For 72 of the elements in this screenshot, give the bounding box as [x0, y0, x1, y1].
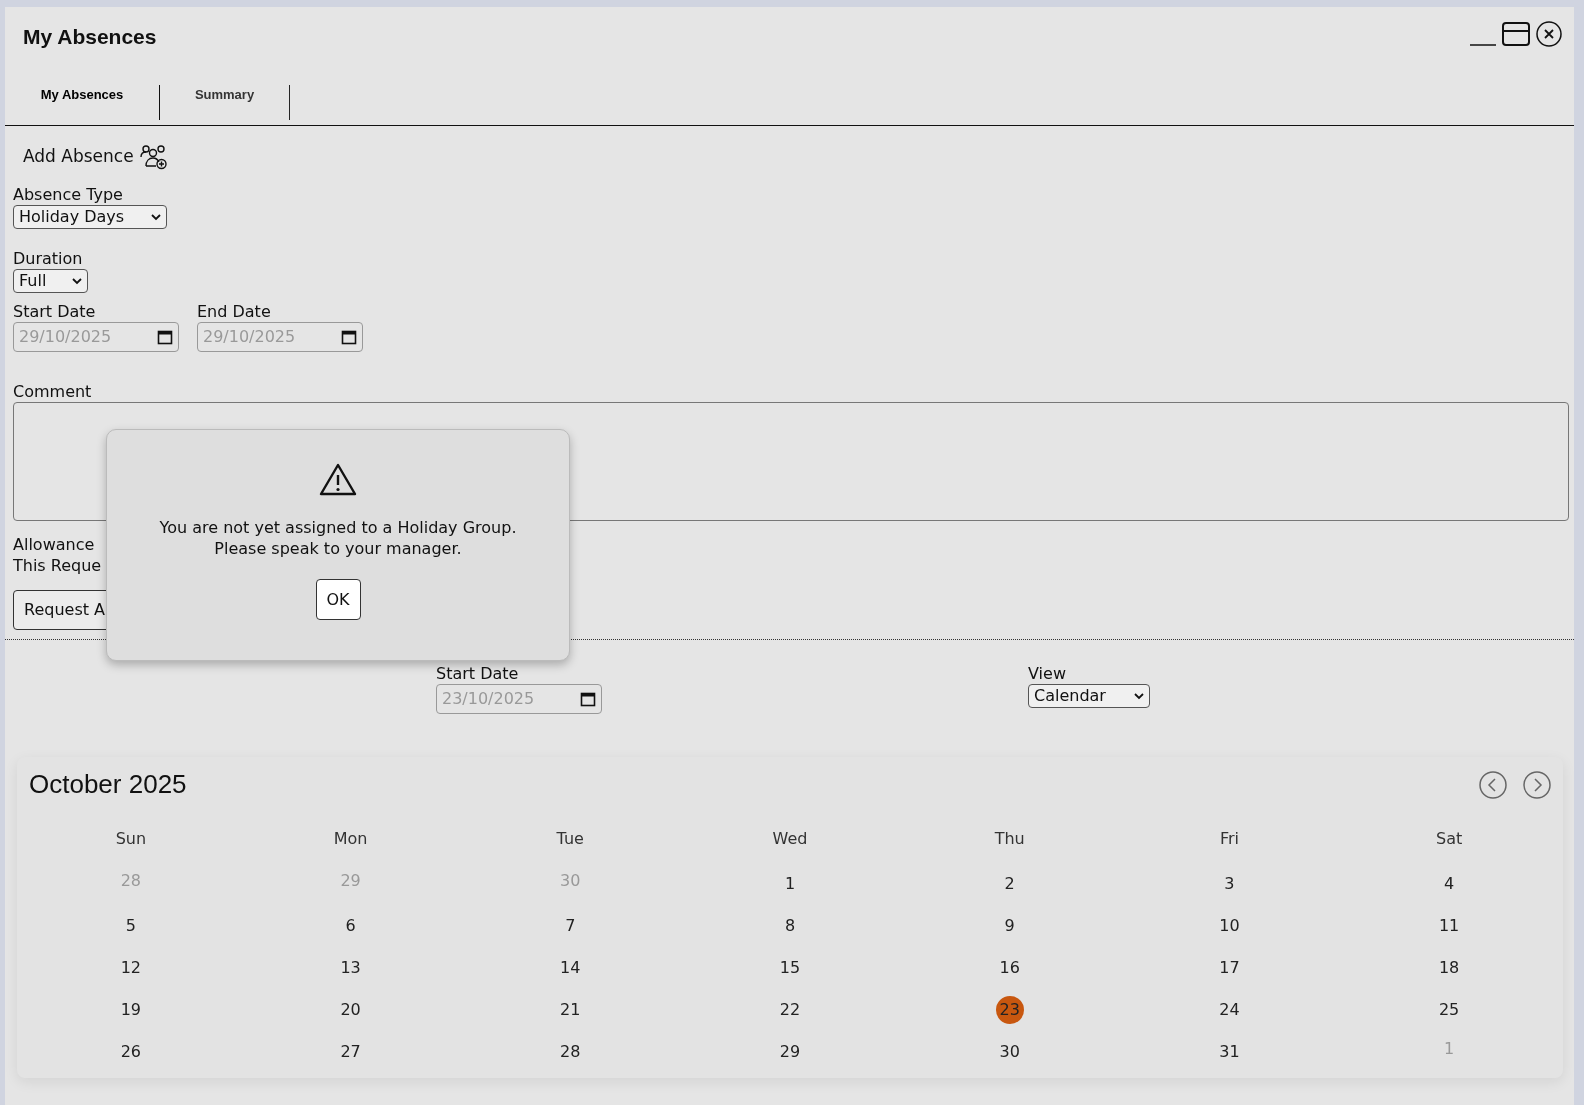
calendar-day[interactable]: 14 [556, 954, 585, 982]
calendar-day[interactable]: 17 [1215, 954, 1244, 982]
calendar-day[interactable]: 31 [1215, 1038, 1244, 1066]
calendar-icon[interactable] [157, 329, 173, 345]
chevron-icon [1134, 692, 1144, 700]
calendar-day[interactable]: 1 [776, 870, 804, 898]
allowance-text: This Reque [13, 555, 102, 576]
calendar-day[interactable]: 16 [995, 954, 1024, 982]
calendar-day[interactable]: 18 [1435, 954, 1464, 982]
calendar-day[interactable]: 26 [116, 1038, 145, 1066]
dialog-message: You are not yet assigned to a Holiday Group. [159, 517, 517, 538]
weekday-label: Sat [1436, 828, 1463, 850]
calendar-day[interactable]: 11 [1435, 912, 1464, 940]
calendar-day[interactable]: 3 [1215, 870, 1244, 898]
calendar-title: October 2025 [29, 768, 187, 801]
calendar-day[interactable]: 29 [776, 1038, 804, 1066]
calendar-day[interactable]: 23 [995, 996, 1024, 1024]
dialog-message: Please speak to your manager. [214, 538, 462, 559]
calendar-day[interactable]: 15 [776, 954, 804, 982]
field-label: Comment [13, 382, 93, 402]
calendar-day[interactable]: 25 [1435, 996, 1464, 1024]
weekday-label: Sun [115, 828, 147, 850]
calendar-day[interactable]: 21 [556, 996, 585, 1024]
allowance-text: Allowance [13, 534, 95, 555]
warning-icon [319, 463, 357, 497]
people-add-icon[interactable] [139, 144, 168, 170]
section-heading: Add Absence [23, 145, 134, 169]
calendar-day[interactable]: 4 [1435, 870, 1464, 898]
date-value: 29/10/2025 [19, 326, 112, 348]
weekday-label: Fri [1219, 828, 1239, 850]
calendar-day[interactable]: 28 [556, 1038, 585, 1066]
calendar-day[interactable]: 5 [116, 912, 145, 940]
calendar-day[interactable]: 9 [995, 912, 1024, 940]
calendar-day[interactable]: 22 [776, 996, 804, 1024]
date-value: 29/10/2025 [203, 326, 296, 348]
previous-icon[interactable] [1479, 770, 1507, 799]
field-label: View [1028, 664, 1067, 684]
calendar-day[interactable]: 12 [116, 954, 145, 982]
weekday-label: Thu [994, 828, 1025, 850]
chevron-icon [72, 277, 82, 285]
calendar-icon[interactable] [580, 691, 596, 707]
next-icon[interactable] [1523, 770, 1551, 799]
weekday-label: Tue [556, 828, 584, 850]
calendar-day[interactable]: 2 [995, 870, 1024, 898]
absence-type-select[interactable]: Holiday Days [13, 205, 167, 229]
window-title: My Absences [23, 24, 157, 50]
calendar-day[interactable]: 20 [336, 996, 365, 1024]
weekday-label: Mon [333, 828, 368, 850]
field-label: Absence Type [13, 185, 124, 205]
calendar-day[interactable]: 8 [776, 912, 804, 940]
calendar-day[interactable]: 30 [995, 1038, 1024, 1066]
field-label: End Date [197, 302, 272, 322]
field-label: Duration [13, 249, 84, 269]
date-value: 23/10/2025 [442, 688, 535, 710]
close-icon[interactable] [1536, 21, 1562, 47]
weekday-label: Wed [772, 828, 808, 850]
ok-button[interactable]: OK [315, 579, 361, 620]
field-label: Start Date [436, 664, 520, 684]
calendar-day[interactable]: 13 [336, 954, 365, 982]
chevron-icon [151, 213, 161, 221]
calendar-day[interactable]: 24 [1215, 996, 1244, 1024]
field-label: Start Date [13, 302, 97, 322]
calendar-day[interactable]: 7 [556, 912, 585, 940]
maximize-icon[interactable] [1502, 22, 1530, 46]
duration-select[interactable]: Full [13, 269, 88, 293]
calendar-day[interactable]: 27 [336, 1038, 365, 1066]
calendar-icon[interactable] [341, 329, 357, 345]
view-select[interactable]: Calendar [1028, 684, 1150, 708]
calendar-day[interactable]: 10 [1215, 912, 1244, 940]
calendar-day[interactable]: 6 [336, 912, 365, 940]
calendar-day[interactable]: 19 [116, 996, 145, 1024]
tab[interactable]: Summary [160, 85, 290, 120]
